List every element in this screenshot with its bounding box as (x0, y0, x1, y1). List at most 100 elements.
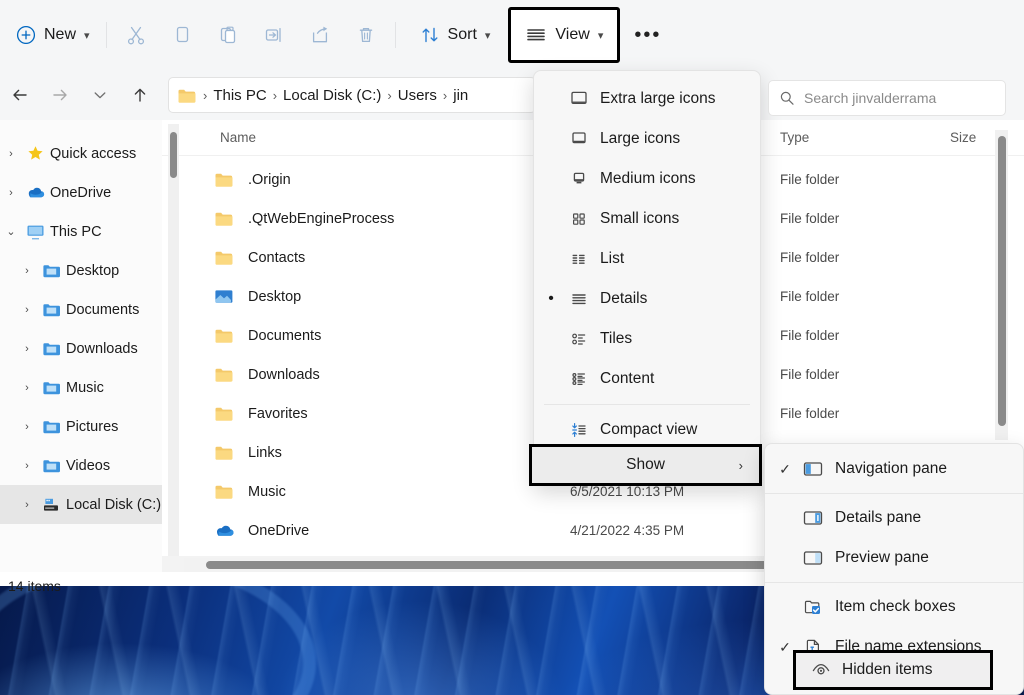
menu-item-content[interactable]: Content (534, 359, 760, 399)
chevron-down-icon: ▾ (485, 29, 491, 42)
file-name: Downloads (248, 367, 570, 383)
sidebar-item-pictures[interactable]: › Pictures (0, 407, 162, 446)
menu-item-small-icons[interactable]: Small icons (534, 199, 760, 239)
sidebar-item-label: Downloads (66, 341, 138, 357)
chevron-right-icon[interactable]: › (16, 499, 38, 511)
sidebar-item-label: Local Disk (C:) (66, 497, 161, 513)
new-button-label: New (44, 26, 76, 44)
folder-blue-icon (38, 380, 64, 396)
column-header-type[interactable]: Type (780, 130, 950, 145)
chevron-right-icon[interactable]: › (16, 382, 38, 394)
sidebar-item-music[interactable]: › Music (0, 368, 162, 407)
folder-icon (214, 444, 240, 461)
rename-icon (263, 24, 285, 46)
sidebar-item-quick-access[interactable]: › Quick access (0, 134, 162, 173)
menu-item-label: List (600, 250, 624, 268)
monitor-m-icon (562, 169, 596, 189)
folder-icon (214, 171, 240, 188)
sort-button[interactable]: Sort ▾ (410, 13, 501, 57)
file-list-scrollbar-right[interactable] (995, 130, 1008, 440)
menu-item-details-pane[interactable]: Details pane (765, 498, 1023, 538)
check-icon: ✓ (773, 461, 797, 478)
tiles-icon (562, 329, 596, 349)
file-name: Documents (248, 328, 570, 344)
delete-button[interactable] (343, 13, 389, 57)
chevron-down-icon[interactable]: ⌄ (0, 225, 22, 238)
chevron-right-icon[interactable]: › (16, 421, 38, 433)
share-button[interactable] (297, 13, 343, 57)
file-name: Desktop (248, 289, 570, 305)
breadcrumb-item-0[interactable]: This PC (213, 87, 266, 104)
breadcrumb-separator: › (273, 88, 277, 103)
file-list-scrollbar-left[interactable] (168, 124, 179, 556)
menu-item-hidden-items[interactable]: Hidden items (793, 650, 993, 690)
column-header-size[interactable]: Size (950, 130, 1020, 145)
more-options-button[interactable]: ••• (620, 24, 675, 47)
sidebar-item-downloads[interactable]: › Downloads (0, 329, 162, 368)
up-button[interactable] (120, 77, 160, 113)
menu-item-label: Show (626, 456, 665, 474)
search-input[interactable]: Search jinvalderrama (804, 90, 936, 106)
chevron-right-icon[interactable]: › (16, 460, 38, 472)
selection-marker: • (540, 290, 562, 308)
breadcrumb-item-1[interactable]: Local Disk (C:) (283, 87, 381, 104)
sidebar-item-label: Videos (66, 458, 110, 474)
list-icon (562, 249, 596, 269)
view-lines-icon (525, 25, 547, 45)
folder-blue-icon (38, 302, 64, 318)
new-button[interactable]: New ▾ (10, 13, 100, 57)
menu-item-tiles[interactable]: Tiles (534, 319, 760, 359)
sidebar-item-documents[interactable]: › Documents (0, 290, 162, 329)
search-box[interactable]: Search jinvalderrama (768, 80, 1006, 116)
navigation-pane: › Quick access › OneDrive ⌄ This PC (0, 120, 162, 575)
file-name: OneDrive (248, 523, 570, 539)
folder-icon (214, 210, 240, 227)
breadcrumb[interactable]: › This PC › Local Disk (C:) › Users › ji… (168, 77, 536, 113)
menu-item-list[interactable]: List (534, 239, 760, 279)
sidebar-item-local-disk-c[interactable]: › Local Disk (C:) (0, 485, 162, 524)
chevron-right-icon[interactable]: › (0, 148, 22, 160)
sidebar-item-label: Desktop (66, 263, 119, 279)
monitor-icon (22, 224, 48, 240)
rename-button[interactable] (251, 13, 297, 57)
compact-view-icon (562, 420, 596, 440)
chevron-right-icon[interactable]: › (0, 187, 22, 199)
chevron-right-icon[interactable]: › (16, 265, 38, 277)
folder-icon (214, 483, 240, 500)
file-type: File folder (780, 250, 950, 265)
sidebar-item-videos[interactable]: › Videos (0, 446, 162, 485)
breadcrumb-item-3[interactable]: jin (453, 87, 468, 104)
star-icon (22, 145, 48, 162)
sidebar-item-desktop[interactable]: › Desktop (0, 251, 162, 290)
view-dropdown-menu: Extra large icons Large icons Medium ico… (533, 70, 761, 485)
grid-small-icon (562, 209, 596, 229)
breadcrumb-separator: › (443, 88, 447, 103)
view-button[interactable]: View ▾ (508, 7, 620, 63)
sidebar-item-onedrive[interactable]: › OneDrive (0, 173, 162, 212)
menu-item-extra-large-icons[interactable]: Extra large icons (534, 79, 760, 119)
back-button[interactable] (0, 77, 40, 113)
menu-item-large-icons[interactable]: Large icons (534, 119, 760, 159)
cut-button[interactable] (113, 13, 159, 57)
menu-item-medium-icons[interactable]: Medium icons (534, 159, 760, 199)
menu-item-item-check-boxes[interactable]: Item check boxes (765, 587, 1023, 627)
recent-locations-button[interactable] (80, 77, 120, 113)
paste-button[interactable] (205, 13, 251, 57)
sidebar-item-label: Quick access (50, 146, 136, 162)
sidebar-item-this-pc[interactable]: ⌄ This PC (0, 212, 162, 251)
folder-blue-icon (38, 263, 64, 279)
folder-blue-icon (38, 458, 64, 474)
menu-item-preview-pane[interactable]: Preview pane (765, 538, 1023, 578)
column-header-name[interactable]: Name (220, 130, 570, 145)
breadcrumb-item-2[interactable]: Users (398, 87, 437, 104)
menu-item-details[interactable]: • Details (534, 279, 760, 319)
copy-button[interactable] (159, 13, 205, 57)
chevron-right-icon[interactable]: › (16, 304, 38, 316)
chevron-right-icon[interactable]: › (16, 343, 38, 355)
menu-item-show[interactable]: Show › (529, 444, 762, 486)
plus-circle-icon (16, 25, 36, 45)
menu-item-navigation-pane[interactable]: ✓ Navigation pane (765, 449, 1023, 489)
menu-item-label: Preview pane (835, 549, 929, 567)
forward-button[interactable] (40, 77, 80, 113)
menu-item-label: Tiles (600, 330, 632, 348)
